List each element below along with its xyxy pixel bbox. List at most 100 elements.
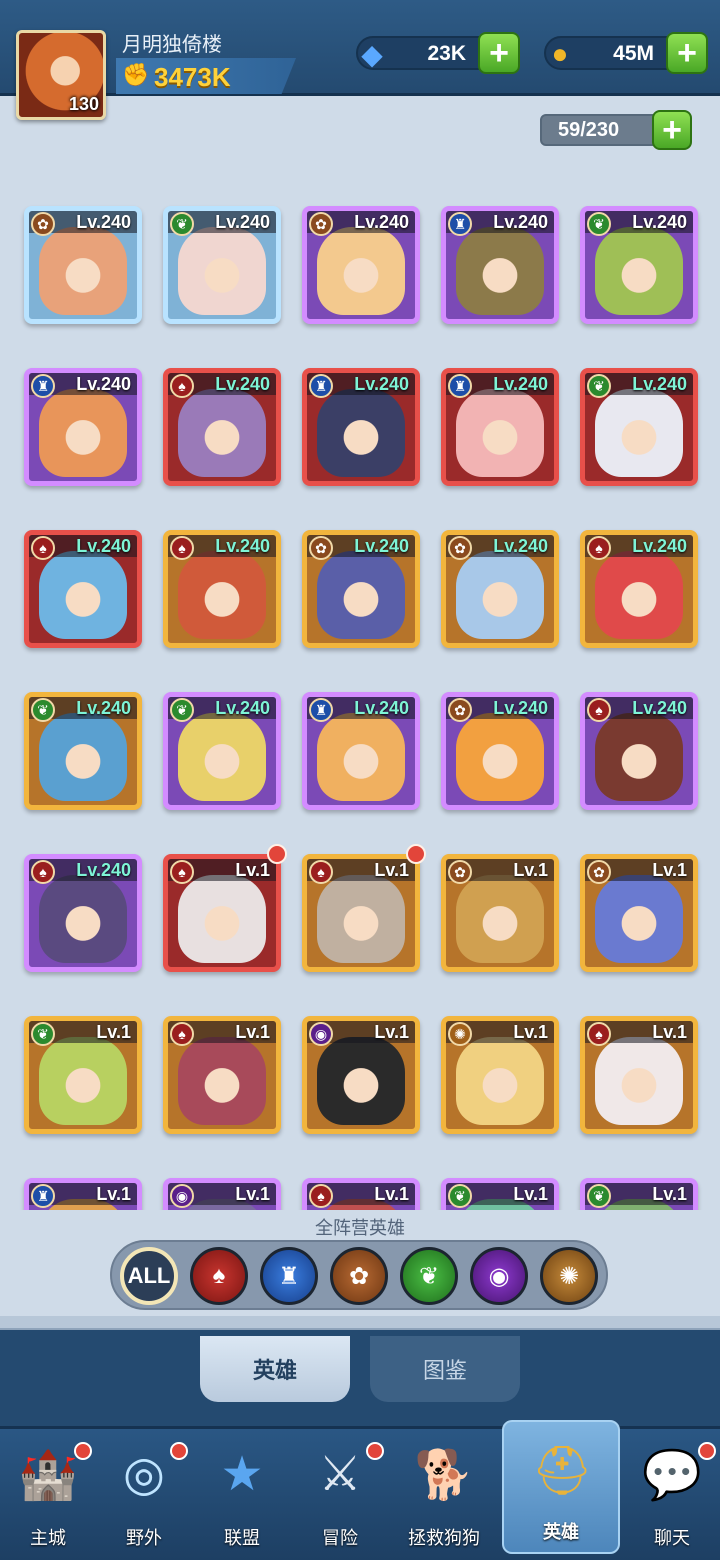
hero-level: Lv.240 (215, 374, 270, 394)
player-name: 月明独倚楼 (122, 32, 222, 56)
leaf-icon: ❦ (587, 212, 611, 236)
nav-item[interactable]: 💬 聊天 (624, 1436, 720, 1556)
hero-level: Lv.240 (632, 698, 687, 718)
hero-card[interactable]: ♠ Lv.240 (24, 530, 142, 648)
player-level: 130 (68, 94, 99, 114)
hero-portrait (178, 875, 266, 963)
hero-card[interactable]: ♜ Lv.240 (441, 368, 559, 486)
filter-league-button[interactable]: ♜ (260, 1247, 318, 1305)
nav-item[interactable]: ★ 联盟 (194, 1436, 290, 1556)
hero-level: Lv.1 (374, 1022, 409, 1042)
nav-item[interactable]: 🏰 主城 (0, 1436, 96, 1556)
horde-icon: ♠ (31, 860, 55, 884)
hero-card[interactable]: ♜ Lv.240 (302, 368, 420, 486)
leaf-icon: ❦ (448, 1184, 472, 1208)
hero-card[interactable]: ✿ Lv.1 (580, 854, 698, 972)
hero-portrait (39, 551, 127, 639)
filter-all-button[interactable]: ALL (120, 1247, 178, 1305)
hero-card[interactable]: ♠ Lv.240 (163, 530, 281, 648)
nav-item[interactable]: ⛑ 英雄 (502, 1420, 620, 1554)
hero-portrait (456, 875, 544, 963)
nav-label: 联盟 (224, 1528, 260, 1549)
hero-card[interactable]: ❦ Lv.1 (24, 1016, 142, 1134)
hero-card[interactable]: ♠ Lv.240 (24, 854, 142, 972)
hero-card[interactable]: ❦ Lv.1 (441, 1178, 559, 1210)
hero-level: Lv.1 (652, 860, 687, 880)
tab-area (0, 1330, 720, 1426)
paw-icon: ✿ (587, 860, 611, 884)
nav-label: 主城 (30, 1528, 66, 1549)
nav-label: 英雄 (543, 1522, 579, 1543)
hero-portrait (39, 713, 127, 801)
hero-level: Lv.1 (374, 860, 409, 880)
horde-icon: ♠ (309, 1184, 333, 1208)
hero-card[interactable]: ❦ Lv.1 (580, 1178, 698, 1210)
player-avatar[interactable]: 130 (16, 30, 106, 120)
notification-dot (170, 1442, 188, 1460)
filter-title: 全阵营英雄 (315, 1218, 405, 1239)
horde-icon: ♠ (170, 536, 194, 560)
hero-card[interactable]: ✿ Lv.240 (441, 530, 559, 648)
hero-card[interactable]: ♠ Lv.1 (302, 1178, 420, 1210)
tower-icon: ♜ (309, 374, 333, 398)
hero-portrait (456, 1037, 544, 1125)
fist-icon: ✊ (122, 62, 150, 87)
hero-card[interactable]: ✺ Lv.1 (441, 1016, 559, 1134)
hero-card[interactable]: ◉ Lv.1 (163, 1178, 281, 1210)
hero-card[interactable]: ♠ Lv.1 (163, 854, 281, 972)
hero-level: Lv.1 (652, 1184, 687, 1204)
filter-light-button[interactable]: ✺ (540, 1247, 598, 1305)
tab-codex[interactable]: 图鉴 (370, 1336, 520, 1402)
hero-portrait (456, 389, 544, 477)
hero-card[interactable]: ♠ Lv.1 (580, 1016, 698, 1134)
nav-item[interactable]: 🐕 拯救狗狗 (396, 1436, 492, 1556)
hero-level: Lv.1 (374, 1184, 409, 1204)
dog-icon: 🐕 (414, 1448, 474, 1502)
add-gems-button[interactable]: + (478, 32, 520, 74)
hero-portrait (595, 389, 683, 477)
hero-card[interactable]: ♜ Lv.1 (24, 1178, 142, 1210)
tab-heroes[interactable]: 英雄 (200, 1336, 350, 1402)
hero-card[interactable]: ❦ Lv.240 (580, 206, 698, 324)
nav-label: 野外 (126, 1528, 162, 1549)
hero-level: Lv.240 (76, 374, 131, 394)
hero-level: Lv.1 (513, 860, 548, 880)
paw-icon: ✿ (348, 1262, 370, 1290)
hero-level: Lv.1 (96, 1022, 131, 1042)
hero-card[interactable]: ❦ Lv.240 (163, 206, 281, 324)
hero-portrait (317, 389, 405, 477)
hero-card[interactable]: ✿ Lv.240 (302, 530, 420, 648)
expand-capacity-button[interactable]: + (652, 110, 692, 150)
nav-item[interactable]: ⚔ 冒险 (292, 1436, 388, 1556)
hero-card[interactable]: ✿ Lv.240 (302, 206, 420, 324)
hero-card[interactable]: ❦ Lv.240 (24, 692, 142, 810)
hero-card[interactable]: ♠ Lv.240 (580, 530, 698, 648)
horde-icon: ♠ (587, 1022, 611, 1046)
hero-card[interactable]: ◉ Lv.1 (302, 1016, 420, 1134)
hero-card[interactable]: ✿ Lv.240 (24, 206, 142, 324)
hero-card[interactable]: ♠ Lv.1 (302, 854, 420, 972)
hero-card[interactable]: ♠ Lv.1 (163, 1016, 281, 1134)
hero-card[interactable]: ❦ Lv.240 (580, 368, 698, 486)
hero-level: Lv.240 (354, 374, 409, 394)
hero-card[interactable]: ♠ Lv.240 (580, 692, 698, 810)
filter-beast-button[interactable]: ✿ (330, 1247, 388, 1305)
hero-card[interactable]: ♜ Lv.240 (441, 206, 559, 324)
hero-portrait (595, 551, 683, 639)
hero-card[interactable]: ♠ Lv.240 (163, 368, 281, 486)
filter-nature-button[interactable]: ❦ (400, 1247, 458, 1305)
filter-shadow-button[interactable]: ◉ (470, 1247, 528, 1305)
hero-portrait (317, 713, 405, 801)
hero-card[interactable]: ❦ Lv.240 (163, 692, 281, 810)
hero-card[interactable]: ♜ Lv.240 (302, 692, 420, 810)
add-gold-button[interactable]: + (666, 32, 708, 74)
hero-card[interactable]: ✿ Lv.240 (441, 692, 559, 810)
nav-item[interactable]: ◎ 野外 (96, 1436, 192, 1556)
tower-icon: ♜ (278, 1262, 300, 1290)
eye-icon: ◉ (170, 1184, 194, 1208)
leaf-icon: ❦ (587, 374, 611, 398)
hero-card[interactable]: ♜ Lv.240 (24, 368, 142, 486)
filter-horde-button[interactable]: ♠ (190, 1247, 248, 1305)
leaf-icon: ❦ (587, 1184, 611, 1208)
hero-card[interactable]: ✿ Lv.1 (441, 854, 559, 972)
